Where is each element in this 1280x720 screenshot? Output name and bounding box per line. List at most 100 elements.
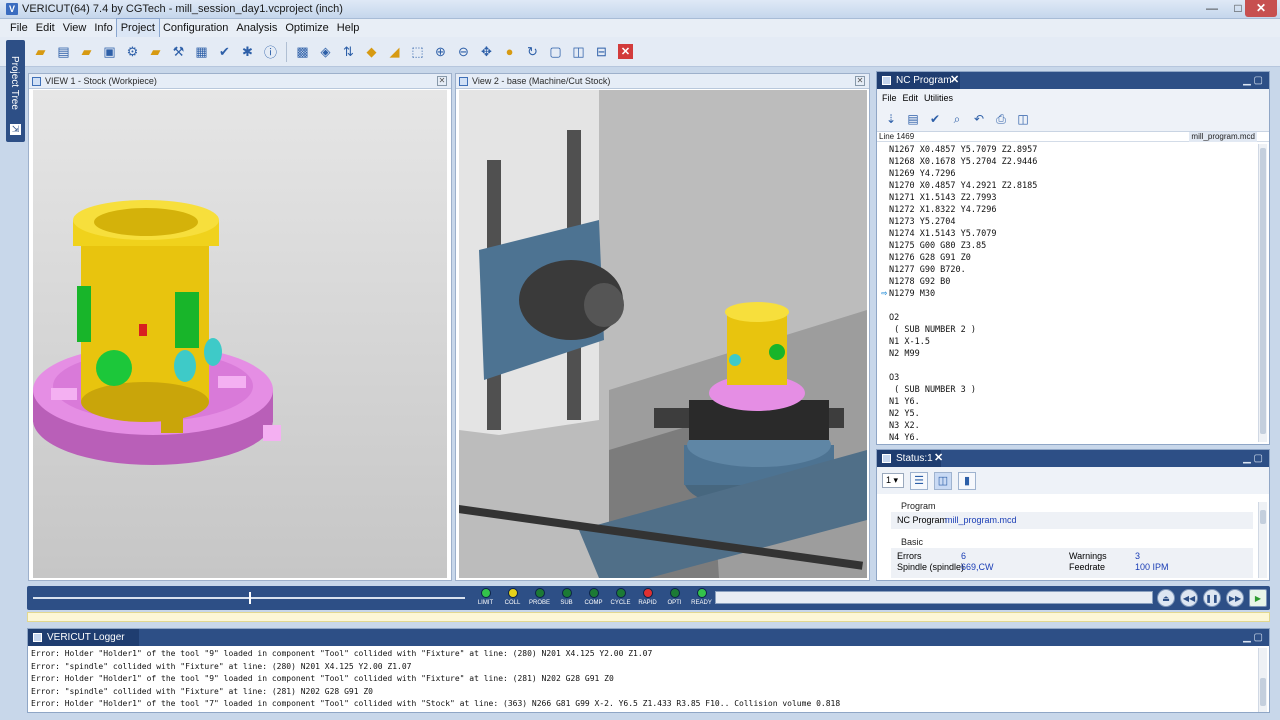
play-icon[interactable]: ▶ [1249, 589, 1267, 607]
nc-code-listing[interactable]: N1267 X0.4857 Y5.7079 Z2.8957 N1268 X0.16… [877, 144, 1259, 442]
logger-text[interactable]: Error: Holder "Holder1" of the tool "9" … [28, 648, 1256, 712]
step-back-icon[interactable]: ◀◀ [1180, 589, 1198, 607]
pin-icon[interactable]: ⇲ [10, 124, 21, 135]
menu-edit[interactable]: Edit [32, 19, 59, 37]
undo-icon[interactable]: ↶ [971, 111, 987, 127]
nc-code-line[interactable]: N1274 X1.5143 Y5.7079 [889, 228, 1259, 240]
nc-code-line[interactable]: N1268 X0.1678 Y5.2704 Z2.9446 [889, 156, 1259, 168]
nc-code-scroll-thumb[interactable] [1260, 148, 1266, 434]
split-view-icon[interactable]: ◫ [1015, 111, 1031, 127]
rotate-icon[interactable]: ↻ [522, 41, 543, 62]
nc-code-scrollbar[interactable] [1258, 144, 1267, 442]
view-2-close-icon[interactable]: ✕ [855, 76, 865, 86]
nc-code-line[interactable]: N1275 G00 G80 Z3.85 [889, 240, 1259, 252]
open-folder-icon[interactable]: ▰ [76, 41, 97, 62]
menu-analysis[interactable]: Analysis [232, 19, 281, 37]
print-icon[interactable]: ⎙ [993, 111, 1009, 127]
menu-info[interactable]: Info [90, 19, 116, 37]
status-light-ready[interactable]: READY [690, 588, 713, 607]
minimize-button[interactable]: — [1199, 0, 1225, 17]
single-view-layout-icon[interactable]: ▢ [545, 41, 566, 62]
nc-code-line[interactable]: N1276 G28 G91 Z0 [889, 252, 1259, 264]
pause-icon[interactable]: ❚❚ [1203, 589, 1221, 607]
nc-program-close-icon[interactable]: ✕ [950, 72, 959, 89]
column-view-icon[interactable]: ◫ [934, 471, 952, 490]
nc-code-line[interactable]: ⇨ N1279 M30 [881, 288, 1259, 300]
nc-code-line[interactable]: N2 M99 [889, 348, 1259, 360]
search-icon[interactable]: ⌕ [949, 111, 965, 127]
nc-code-line[interactable]: N2 Y5. [889, 408, 1259, 420]
menu-help[interactable]: Help [333, 19, 364, 37]
nc-code-line[interactable]: N1269 Y4.7296 [889, 168, 1259, 180]
save-project-icon[interactable]: ▣ [99, 41, 120, 62]
compare-icon[interactable]: ⇅ [338, 41, 359, 62]
cut-stock-icon[interactable]: ◈ [315, 41, 336, 62]
info-icon[interactable]: ⓘ [260, 41, 281, 62]
rewind-icon[interactable]: ⏏ [1157, 589, 1175, 607]
nc-program-tab[interactable]: NC Program [877, 72, 960, 89]
nc-code-line[interactable]: N1 X-1.5 [889, 336, 1259, 348]
status-tab[interactable]: Status:1 [877, 450, 941, 467]
zoom-out-icon[interactable]: ⊖ [453, 41, 474, 62]
menu-file[interactable]: File [6, 19, 32, 37]
open-file-icon[interactable]: ▰ [145, 41, 166, 62]
nc-code-line[interactable]: ( SUB NUMBER 3 ) [889, 384, 1259, 396]
check-icon[interactable]: ✔ [927, 111, 943, 127]
nc-code-line[interactable]: N1272 X1.8322 Y4.7296 [889, 204, 1259, 216]
two-view-vertical-icon[interactable]: ◫ [568, 41, 589, 62]
view-2-canvas[interactable] [459, 90, 867, 578]
menu-optimize[interactable]: Optimize [281, 19, 332, 37]
animation-speed-knob[interactable] [249, 592, 251, 604]
view-1-canvas[interactable] [33, 90, 447, 578]
step-forward-icon[interactable]: ▶▶ [1226, 589, 1244, 607]
logger-scrollbar[interactable] [1258, 648, 1267, 712]
two-view-horizontal-icon[interactable]: ⊟ [591, 41, 612, 62]
logger-scroll-thumb[interactable] [1260, 678, 1266, 706]
nc-code-line[interactable]: N1271 X1.5143 Z2.7993 [889, 192, 1259, 204]
status-light-probe[interactable]: PROBE [528, 588, 551, 607]
panel-window-controls[interactable]: ▁ ▢ [1243, 450, 1263, 467]
menu-configuration[interactable]: Configuration [159, 19, 232, 37]
status-light-rapid[interactable]: RAPID [636, 588, 659, 607]
zoom-box-icon[interactable]: ⬚ [407, 41, 428, 62]
nc-code-line[interactable]: O2 [889, 312, 1259, 324]
view-1-close-icon[interactable]: ✕ [437, 76, 447, 86]
status-light-comp[interactable]: COMP [582, 588, 605, 607]
menu-project[interactable]: Project [115, 18, 160, 38]
close-views-icon[interactable]: ✕ [618, 44, 633, 59]
settings-icon[interactable]: ✱ [237, 41, 258, 62]
nc-code-line[interactable]: N1267 X0.4857 Y5.7079 Z2.8957 [889, 144, 1259, 156]
new-project-icon[interactable]: ▤ [53, 41, 74, 62]
project-tree-strip[interactable]: Project Tree ⇲ [6, 40, 25, 142]
nc-code-line[interactable]: N1270 X0.4857 Y4.2921 Z2.8185 [889, 180, 1259, 192]
reset-model-icon[interactable]: ▩ [292, 41, 313, 62]
status-selector[interactable]: 1 ▾ [882, 473, 904, 488]
step-icon[interactable]: ⇣ [883, 111, 899, 127]
nc-code-line[interactable]: N4 Y6. [889, 432, 1259, 442]
zoom-in-icon[interactable]: ⊕ [430, 41, 451, 62]
tool-manager-icon[interactable]: ⚒ [168, 41, 189, 62]
nc-code-line[interactable]: N1 Y6. [889, 396, 1259, 408]
verify-icon[interactable]: ✔ [214, 41, 235, 62]
machine-setup-icon[interactable]: ⚙ [122, 41, 143, 62]
status-close-icon[interactable]: ✕ [934, 450, 943, 467]
measure-icon[interactable]: ◢ [384, 41, 405, 62]
nc-code-line[interactable]: ( SUB NUMBER 2 ) [889, 324, 1259, 336]
status-light-coll[interactable]: COLL [501, 588, 524, 607]
shade-icon[interactable]: ● [499, 41, 520, 62]
nc-menu-file[interactable]: File [882, 93, 897, 103]
logger-tab[interactable]: VERICUT Logger [28, 629, 139, 646]
goto-line-icon[interactable]: ▤ [905, 111, 921, 127]
nc-code-line[interactable] [889, 300, 1259, 312]
nc-code-line[interactable]: O3 [889, 372, 1259, 384]
nc-menu-edit[interactable]: Edit [903, 93, 919, 103]
nc-code-line[interactable]: N1277 G90 B720. [889, 264, 1259, 276]
open-project-icon[interactable]: ▰ [30, 41, 51, 62]
status-scrollbar[interactable] [1258, 502, 1267, 578]
nc-code-line[interactable] [889, 360, 1259, 372]
list-view-icon[interactable]: ☰ [910, 471, 928, 490]
status-light-opti[interactable]: OPTI [663, 588, 686, 607]
panel-window-controls[interactable]: ▁ ▢ [1243, 72, 1263, 89]
status-scroll-thumb[interactable] [1260, 510, 1266, 524]
nc-menu-utilities[interactable]: Utilities [924, 93, 953, 103]
